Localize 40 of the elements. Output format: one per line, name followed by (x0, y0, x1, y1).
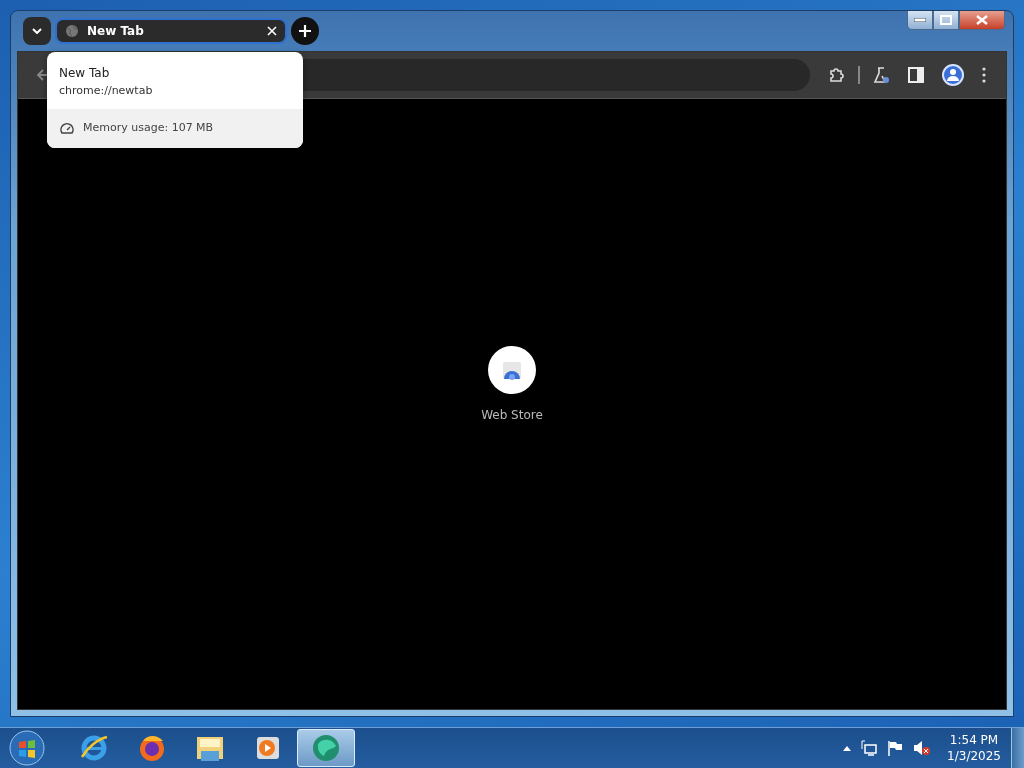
tab-title: New Tab (87, 24, 145, 38)
clock-time: 1:54 PM (949, 732, 999, 748)
maximize-button[interactable] (933, 11, 959, 30)
tab-search-button[interactable] (23, 17, 51, 45)
menu-icon[interactable] (982, 67, 986, 83)
minimize-icon (914, 18, 926, 22)
close-button[interactable] (959, 11, 1005, 30)
speaker-muted-icon[interactable] (913, 740, 932, 756)
browser-e-icon (79, 733, 109, 763)
puzzle-piece-icon[interactable] (828, 66, 846, 84)
flag-icon[interactable] (887, 740, 904, 756)
flask-icon[interactable] (872, 66, 890, 84)
app-globe-icon (310, 732, 342, 764)
globe-icon (65, 24, 79, 38)
profile-avatar-icon[interactable] (942, 64, 964, 86)
memory-usage-text: Memory usage: 107 MB (83, 121, 214, 134)
maximize-icon (940, 15, 952, 25)
card-url: chrome://newtab (59, 84, 154, 97)
new-tab-button[interactable] (291, 17, 319, 45)
start-button[interactable] (9, 730, 45, 766)
shortcut-label: Web Store (481, 408, 543, 422)
network-icon[interactable] (861, 740, 878, 756)
browser-tab[interactable]: New Tab (55, 18, 287, 44)
shortcut-tile[interactable]: Web Store (481, 346, 543, 422)
plus-icon (299, 25, 311, 37)
back-arrow-icon[interactable] (36, 68, 50, 82)
gauge-icon (60, 121, 74, 134)
show-desktop-button[interactable] (1011, 728, 1024, 768)
fox-globe-icon (137, 733, 167, 763)
side-panel-icon[interactable] (908, 67, 924, 83)
chevron-down-icon (32, 28, 42, 34)
clock[interactable]: 1:54 PM 1/3/2025 (947, 732, 1001, 764)
web-store-icon (488, 346, 536, 394)
clock-date: 1/3/2025 (947, 748, 1001, 764)
minimize-button[interactable] (907, 11, 933, 30)
taskbar-app-button[interactable] (297, 729, 355, 767)
close-tab-icon[interactable] (267, 26, 277, 36)
show-hidden-icons[interactable] (843, 745, 852, 751)
card-title: New Tab (59, 66, 111, 80)
close-icon (975, 15, 989, 25)
